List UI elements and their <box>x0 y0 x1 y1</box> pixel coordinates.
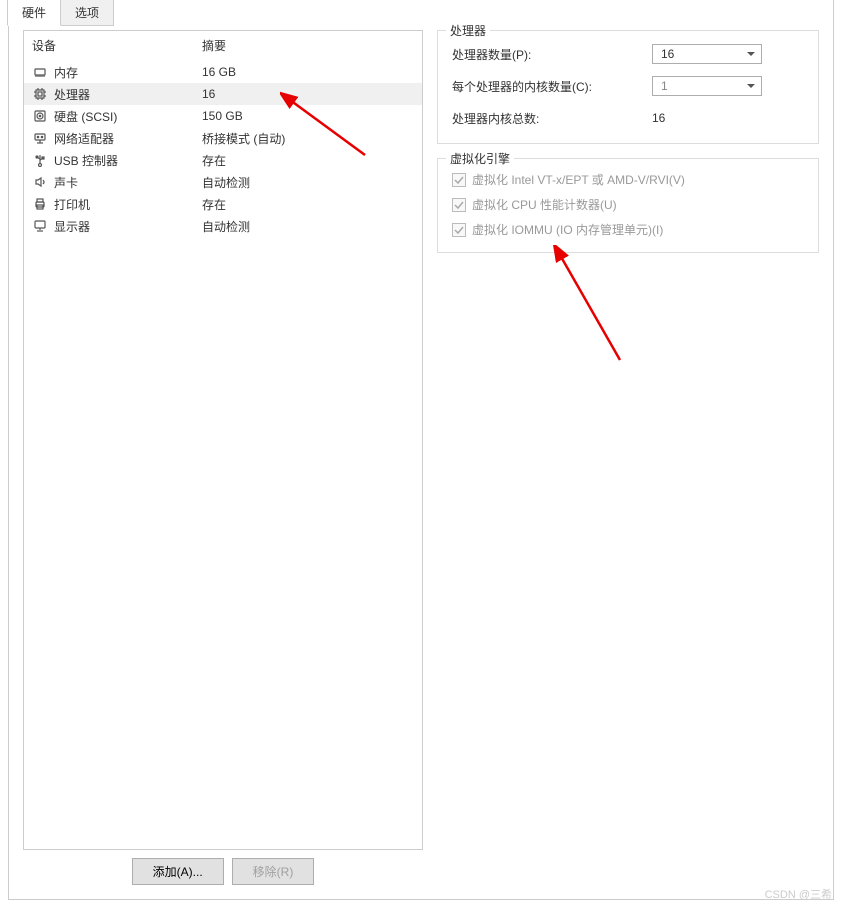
hw-row-usb[interactable]: USB 控制器 存在 <box>24 149 422 171</box>
sound-icon <box>32 174 48 190</box>
memory-icon <box>32 64 48 80</box>
hardware-list: 设备 摘要 内存 16 GB 处理器 16 硬盘 (SCSI) 150 GB 网络适配器 桥接… <box>23 30 423 850</box>
watermark: CSDN @三希 <box>765 886 832 902</box>
num-processors-select[interactable]: 16 <box>652 44 762 64</box>
hw-row-printer[interactable]: 打印机 存在 <box>24 193 422 215</box>
hw-device-label: 网络适配器 <box>54 130 114 147</box>
hw-summary: 150 GB <box>202 109 414 123</box>
hw-device-label: USB 控制器 <box>54 152 118 169</box>
cores-per-label: 每个处理器的内核数量(C): <box>452 78 652 95</box>
hw-device-label: 显示器 <box>54 218 90 235</box>
hw-summary: 自动检测 <box>202 174 414 191</box>
disk-icon <box>32 108 48 124</box>
remove-button[interactable]: 移除(R) <box>232 858 315 885</box>
hw-device-label: 打印机 <box>54 196 90 213</box>
hw-device-label: 内存 <box>54 64 78 81</box>
processor-group: 处理器 处理器数量(P): 16 每个处理器的内核数量(C): 1 处理器内核总… <box>437 30 819 144</box>
hw-device-label: 硬盘 (SCSI) <box>54 108 117 125</box>
virtualization-group: 虚拟化引擎 虚拟化 Intel VT-x/EPT 或 AMD-V/RVI(V) … <box>437 158 819 253</box>
virtualization-group-title: 虚拟化引擎 <box>446 150 514 167</box>
hardware-panel: 设备 摘要 内存 16 GB 处理器 16 硬盘 (SCSI) 150 GB 网络适配器 桥接… <box>23 30 423 885</box>
total-cores-label: 处理器内核总数: <box>452 110 652 127</box>
hardware-list-header: 设备 摘要 <box>24 31 422 61</box>
usb-icon <box>32 152 48 168</box>
hw-row-cpu[interactable]: 处理器 16 <box>24 83 422 105</box>
settings-panel: 处理器 处理器数量(P): 16 每个处理器的内核数量(C): 1 处理器内核总… <box>437 30 819 885</box>
checkbox-vtx[interactable] <box>452 173 466 187</box>
hw-summary: 存在 <box>202 196 414 213</box>
header-device[interactable]: 设备 <box>32 37 202 54</box>
add-button[interactable]: 添加(A)... <box>132 858 224 885</box>
hw-summary: 16 GB <box>202 65 414 79</box>
hw-device-label: 处理器 <box>54 86 90 103</box>
total-cores-value: 16 <box>652 111 804 125</box>
cpu-perf-label: 虚拟化 CPU 性能计数器(U) <box>472 196 617 213</box>
hw-row-memory[interactable]: 内存 16 GB <box>24 61 422 83</box>
hw-row-disk[interactable]: 硬盘 (SCSI) 150 GB <box>24 105 422 127</box>
network-icon <box>32 130 48 146</box>
tab-hardware[interactable]: 硬件 <box>7 0 61 26</box>
checkbox-iommu[interactable] <box>452 223 466 237</box>
hw-summary: 桥接模式 (自动) <box>202 130 414 147</box>
checkbox-cpu-perf[interactable] <box>452 198 466 212</box>
hw-summary: 自动检测 <box>202 218 414 235</box>
cores-per-select[interactable]: 1 <box>652 76 762 96</box>
processor-group-title: 处理器 <box>446 22 490 39</box>
display-icon <box>32 218 48 234</box>
cpu-icon <box>32 86 48 102</box>
hw-row-sound[interactable]: 声卡 自动检测 <box>24 171 422 193</box>
header-summary[interactable]: 摘要 <box>202 37 226 54</box>
vtx-label: 虚拟化 Intel VT-x/EPT 或 AMD-V/RVI(V) <box>472 171 685 188</box>
hw-row-display[interactable]: 显示器 自动检测 <box>24 215 422 237</box>
printer-icon <box>32 196 48 212</box>
hw-row-network[interactable]: 网络适配器 桥接模式 (自动) <box>24 127 422 149</box>
iommu-label: 虚拟化 IOMMU (IO 内存管理单元)(I) <box>472 221 663 238</box>
hw-summary: 16 <box>202 87 414 101</box>
hw-summary: 存在 <box>202 152 414 169</box>
num-processors-label: 处理器数量(P): <box>452 46 652 63</box>
hw-device-label: 声卡 <box>54 174 78 191</box>
